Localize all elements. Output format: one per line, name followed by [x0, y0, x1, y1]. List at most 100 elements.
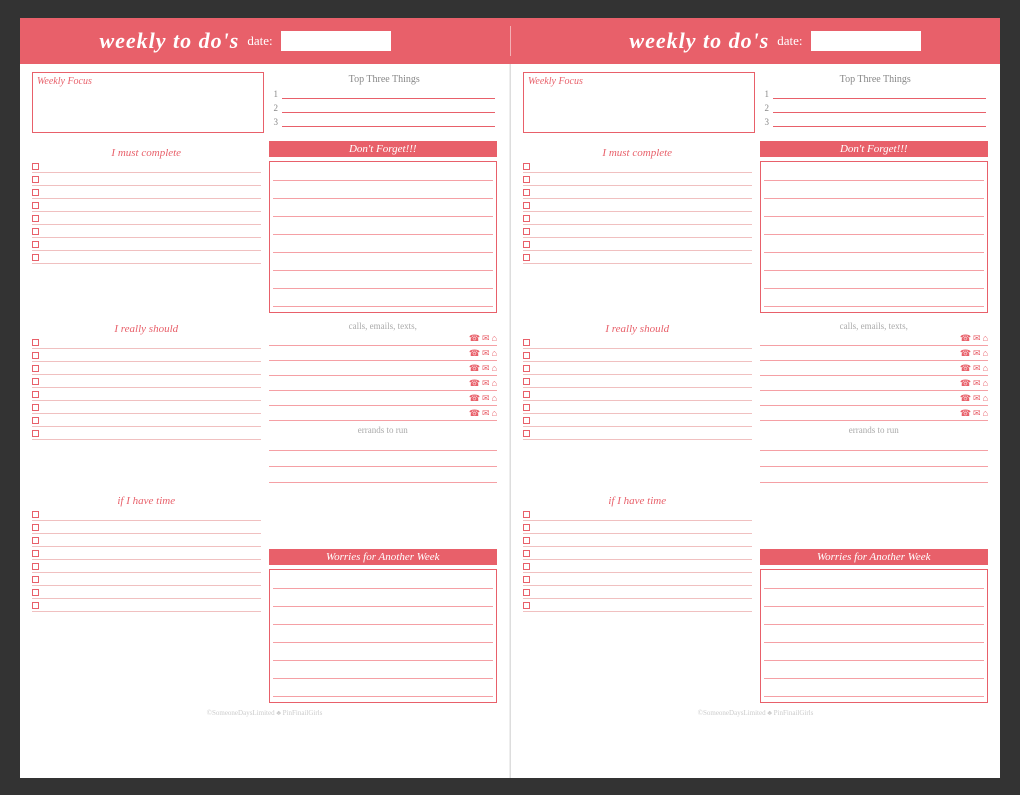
left-must-complete-header: I must complete [32, 147, 261, 159]
checkbox[interactable] [523, 254, 530, 261]
worry-line [273, 663, 494, 679]
checkbox[interactable] [32, 602, 39, 609]
list-item [523, 563, 752, 573]
checkbox[interactable] [523, 511, 530, 518]
email-icon: ✉ [482, 348, 490, 359]
home-icon: ⌂ [983, 408, 988, 419]
checkbox[interactable] [32, 576, 39, 583]
date-input-right[interactable] [811, 31, 921, 51]
checkbox[interactable] [523, 430, 530, 437]
list-item [523, 228, 752, 238]
list-item [523, 430, 752, 440]
right-df-lines [764, 165, 985, 307]
checkbox[interactable] [32, 404, 39, 411]
home-icon: ⌂ [983, 363, 988, 374]
right-dont-forget-box [760, 161, 989, 313]
checkbox[interactable] [523, 404, 530, 411]
checkbox[interactable] [523, 176, 530, 183]
checkbox[interactable] [32, 417, 39, 424]
checkbox[interactable] [32, 378, 39, 385]
email-icon: ✉ [973, 393, 981, 404]
checkbox[interactable] [32, 189, 39, 196]
checkbox[interactable] [32, 563, 39, 570]
checkbox[interactable] [523, 352, 530, 359]
checkbox[interactable] [32, 176, 39, 183]
checkbox[interactable] [523, 602, 530, 609]
call-row: ☎✉⌂ [760, 408, 989, 421]
email-icon: ✉ [973, 363, 981, 374]
checkbox[interactable] [32, 537, 39, 544]
checkbox[interactable] [32, 339, 39, 346]
email-icon: ✉ [973, 348, 981, 359]
date-input-left[interactable] [281, 31, 391, 51]
phone-icon: ☎ [960, 333, 971, 344]
checkbox[interactable] [32, 352, 39, 359]
left-worries-box [269, 569, 498, 703]
left-worries: Worries for Another Week [269, 489, 498, 703]
checkbox[interactable] [523, 339, 530, 346]
right-really-should-header: I really should [523, 323, 752, 335]
df-line [764, 273, 985, 289]
df-line [273, 183, 494, 199]
checkbox[interactable] [32, 163, 39, 170]
checkbox[interactable] [523, 215, 530, 222]
line-rule-r2 [773, 103, 986, 113]
left-top-three-line-1: 1 [274, 89, 496, 99]
checkbox[interactable] [523, 391, 530, 398]
checkbox[interactable] [523, 241, 530, 248]
checkbox[interactable] [523, 228, 530, 235]
left-df-lines [273, 165, 494, 307]
worry-line [764, 591, 985, 607]
line-num-2: 2 [274, 103, 279, 113]
right-mid-section-2: I really should calls, emails, texts, [523, 317, 988, 485]
checkbox[interactable] [523, 189, 530, 196]
email-icon: ✉ [973, 333, 981, 344]
call-row: ☎✉⌂ [760, 348, 989, 361]
checkbox[interactable] [32, 215, 39, 222]
errand-line [269, 469, 498, 483]
left-calls-title: calls, emails, texts, [269, 321, 498, 331]
home-icon: ⌂ [492, 348, 497, 359]
errand-line [269, 453, 498, 467]
checkbox[interactable] [523, 417, 530, 424]
email-icon: ✉ [973, 408, 981, 419]
checkbox[interactable] [523, 589, 530, 596]
checkbox[interactable] [523, 378, 530, 385]
line-rule-r1 [773, 89, 986, 99]
checkbox[interactable] [523, 202, 530, 209]
right-worries-header: Worries for Another Week [760, 549, 989, 565]
checkbox[interactable] [523, 563, 530, 570]
checkbox[interactable] [32, 241, 39, 248]
checkbox[interactable] [523, 576, 530, 583]
checkbox[interactable] [523, 550, 530, 557]
checkbox[interactable] [32, 511, 39, 518]
worry-line [273, 609, 494, 625]
home-icon: ⌂ [492, 333, 497, 344]
checkbox[interactable] [32, 430, 39, 437]
checkbox[interactable] [523, 163, 530, 170]
checkbox[interactable] [32, 365, 39, 372]
checkbox[interactable] [32, 391, 39, 398]
checkbox[interactable] [32, 550, 39, 557]
left-mid-section-2: I really should calls, emails, texts, [32, 317, 497, 485]
right-dont-forget: Don't Forget!!! [760, 141, 989, 313]
checkbox[interactable] [523, 524, 530, 531]
worry-line [273, 573, 494, 589]
checkbox[interactable] [32, 254, 39, 261]
line-num-r3: 3 [765, 117, 770, 127]
list-item [32, 511, 261, 521]
checkbox[interactable] [523, 365, 530, 372]
right-column: Weekly Focus Top Three Things 1 2 3 [511, 64, 1000, 778]
checkbox[interactable] [32, 202, 39, 209]
header-title-right: weekly to do's [629, 28, 769, 54]
list-item [32, 404, 261, 414]
list-item [523, 576, 752, 586]
right-errands-title: errands to run [760, 425, 989, 435]
worry-line [273, 681, 494, 697]
checkbox[interactable] [523, 537, 530, 544]
list-item [32, 176, 261, 186]
checkbox[interactable] [32, 228, 39, 235]
line-rule-3 [282, 117, 495, 127]
checkbox[interactable] [32, 524, 39, 531]
checkbox[interactable] [32, 589, 39, 596]
